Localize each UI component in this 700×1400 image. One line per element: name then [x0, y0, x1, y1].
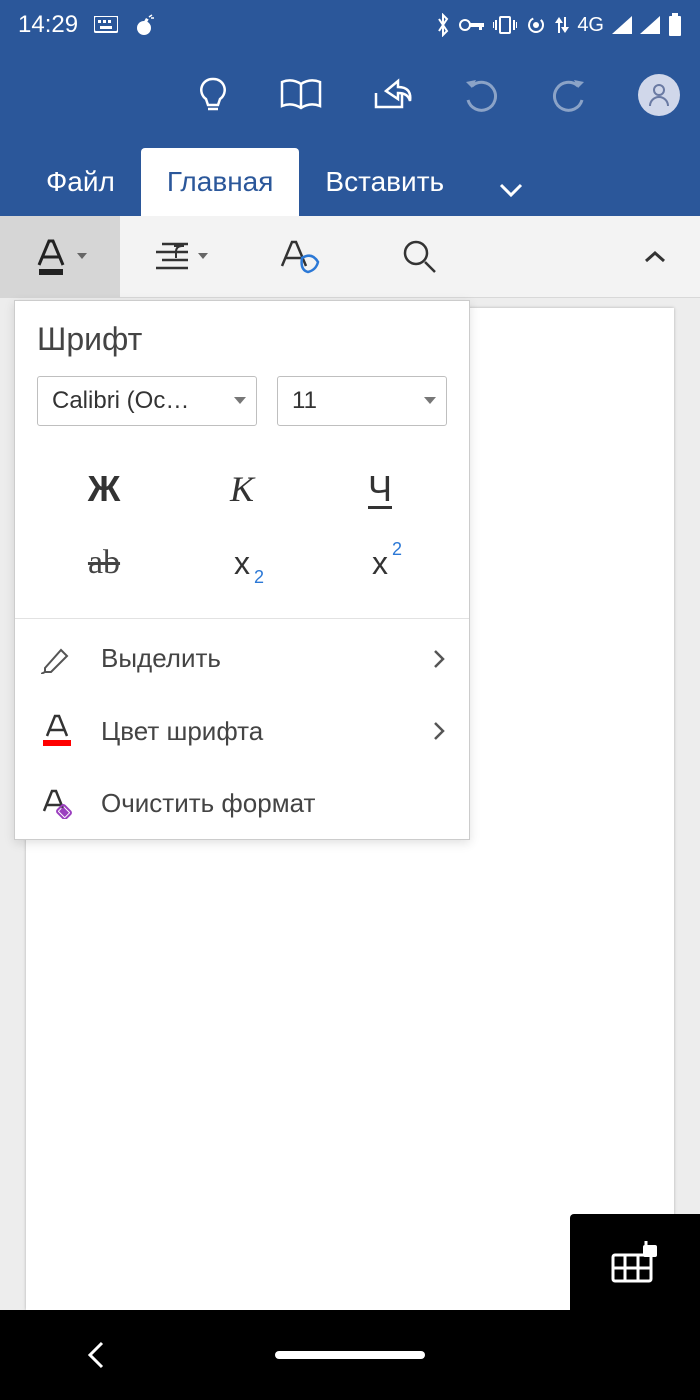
data-arrows-icon	[555, 15, 569, 35]
font-color-icon	[39, 714, 75, 748]
underline-button[interactable]: Ч	[311, 452, 449, 526]
highlighter-icon	[39, 644, 75, 674]
font-color-label: Цвет шрифта	[101, 716, 407, 747]
read-mode-button[interactable]	[280, 78, 322, 112]
font-color-menu-item[interactable]: Цвет шрифта	[15, 694, 469, 768]
clear-format-menu-item[interactable]: Очистить формат	[15, 768, 469, 839]
tab-home[interactable]: Главная	[141, 148, 300, 216]
share-button[interactable]	[372, 77, 412, 113]
highlight-menu-item[interactable]: Выделить	[15, 623, 469, 694]
font-panel-title: Шрифт	[15, 301, 469, 376]
font-family-value: Calibri (Ос…	[52, 387, 189, 415]
styles-button[interactable]	[240, 216, 360, 298]
status-time: 14:29	[18, 11, 78, 39]
redo-button[interactable]	[550, 78, 588, 112]
find-button[interactable]	[360, 216, 480, 298]
superscript-button[interactable]: x2	[311, 526, 449, 600]
keyboard-icon	[94, 16, 118, 34]
home-pill[interactable]	[275, 1351, 425, 1359]
account-button[interactable]	[638, 74, 680, 116]
highlight-label: Выделить	[101, 643, 407, 674]
ribbon-tabs: Файл Главная Вставить	[0, 140, 700, 216]
tab-insert[interactable]: Вставить	[299, 148, 470, 216]
italic-button[interactable]: К	[173, 452, 311, 526]
battery-icon	[668, 13, 682, 37]
paragraph-group-button[interactable]	[120, 216, 240, 298]
chevron-right-icon	[433, 649, 445, 669]
font-group-button[interactable]	[0, 216, 120, 298]
ideas-button[interactable]	[196, 75, 230, 115]
tab-file[interactable]: Файл	[20, 148, 141, 216]
status-bar: 14:29 4G	[0, 0, 700, 50]
font-size-dropdown[interactable]: 11	[277, 376, 447, 426]
vpn-key-icon	[459, 17, 485, 33]
font-family-dropdown[interactable]: Calibri (Ос…	[37, 376, 257, 426]
network-type-label: 4G	[577, 14, 604, 37]
back-button[interactable]	[84, 1341, 108, 1369]
signal-icon-2	[640, 16, 660, 34]
collapse-ribbon-button[interactable]	[610, 216, 700, 298]
keyboard-toggle-button[interactable]	[570, 1214, 700, 1310]
bomb-icon	[134, 14, 156, 36]
bold-button[interactable]: Ж	[35, 452, 173, 526]
signal-icon-1	[612, 16, 632, 34]
divider	[15, 618, 469, 619]
keyboard-lock-icon	[611, 1241, 659, 1283]
tab-more-button[interactable]	[470, 164, 552, 216]
subscript-button[interactable]: x2	[173, 526, 311, 600]
clear-format-icon	[39, 789, 75, 819]
undo-button[interactable]	[462, 78, 500, 112]
vibrate-icon	[493, 15, 517, 35]
font-size-value: 11	[292, 387, 317, 415]
hotspot-icon	[525, 14, 547, 36]
strikethrough-button[interactable]: ab	[35, 526, 173, 600]
bluetooth-icon	[435, 13, 451, 37]
clear-format-label: Очистить формат	[101, 788, 445, 819]
system-nav-bar	[0, 1310, 700, 1400]
font-panel: Шрифт Calibri (Ос… 11 Ж К Ч ab x2 x2 Выд…	[14, 300, 470, 840]
app-toolbar	[0, 50, 700, 140]
chevron-right-icon	[433, 721, 445, 741]
ribbon-bar	[0, 216, 700, 298]
